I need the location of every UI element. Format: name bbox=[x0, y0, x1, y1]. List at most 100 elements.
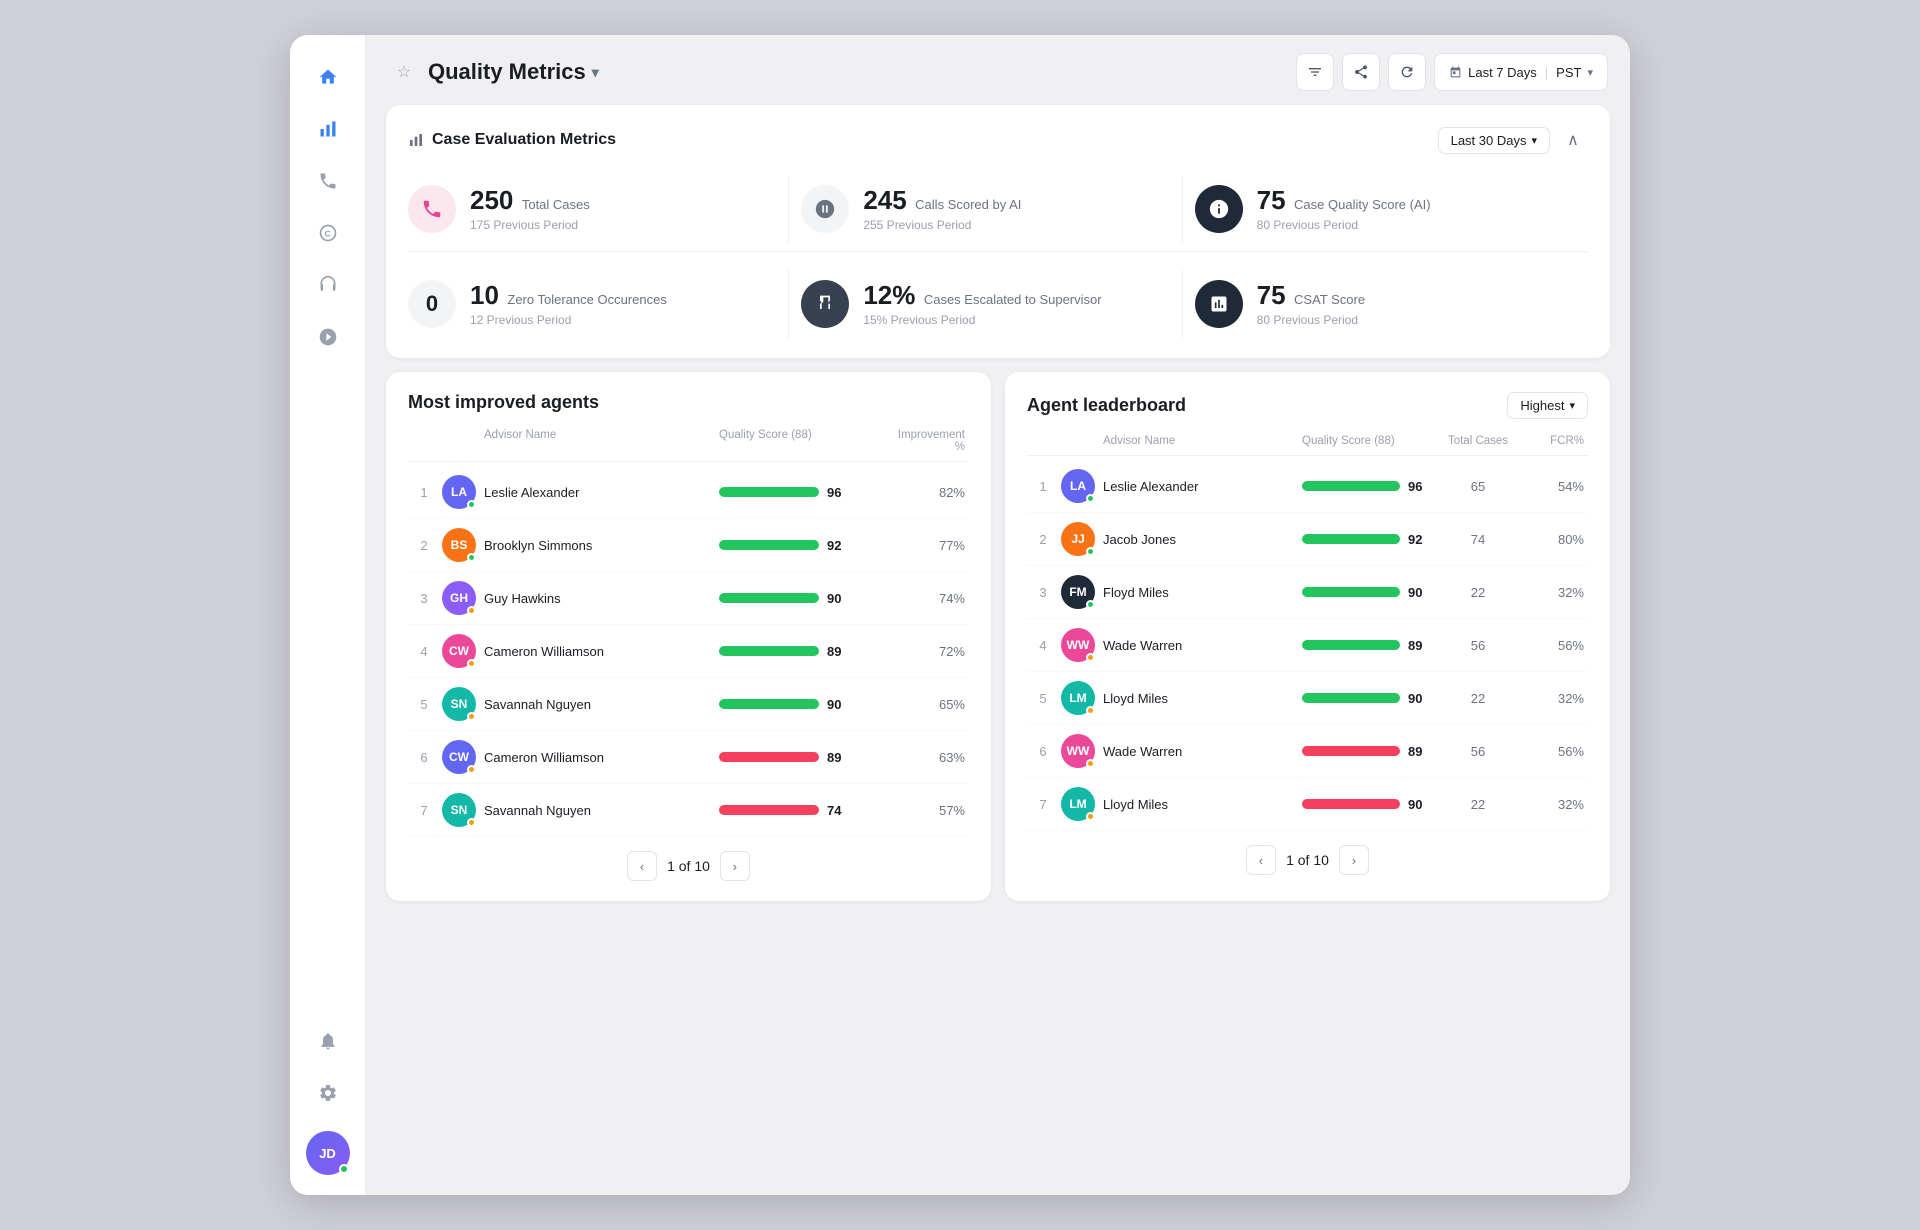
leaderboard-next-button[interactable]: › bbox=[1339, 845, 1369, 875]
agent-status-dot bbox=[467, 606, 476, 615]
agent-avatar-cell: CW bbox=[442, 634, 476, 668]
quality-bar bbox=[719, 646, 819, 656]
quality-score-value: 92 bbox=[1408, 532, 1432, 547]
agent-avatar-cell: FM bbox=[1061, 575, 1095, 609]
quality-bar bbox=[719, 487, 819, 497]
improvement-pct: 77% bbox=[885, 538, 965, 553]
quality-bar bbox=[719, 752, 819, 762]
quality-bar-cell: 96 bbox=[719, 485, 879, 500]
leaderboard-table-header: Advisor Name Quality Score (88) Total Ca… bbox=[1027, 435, 1588, 456]
agent-name: Savannah Nguyen bbox=[484, 697, 713, 712]
agent-avatar-cell: LA bbox=[1061, 469, 1095, 503]
favorite-button[interactable]: ☆ bbox=[388, 56, 420, 88]
quality-bar bbox=[1302, 481, 1400, 491]
improvement-pct: 74% bbox=[885, 591, 965, 606]
row-rank: 3 bbox=[412, 591, 436, 606]
total-cases-icon bbox=[408, 185, 456, 233]
leaderboard-prev-button[interactable]: ‹ bbox=[1246, 845, 1276, 875]
agent-avatar-cell: WW bbox=[1061, 734, 1095, 768]
total-cases-value: 22 bbox=[1438, 691, 1518, 706]
period-selector-button[interactable]: Last 30 Days ▾ bbox=[1438, 127, 1550, 154]
sidebar-item-calls[interactable] bbox=[306, 159, 350, 203]
improved-agent-row: 7 SN Savannah Nguyen 74 57% bbox=[408, 784, 969, 837]
col-quality-score: Quality Score (88) bbox=[1302, 435, 1432, 447]
metrics-card-header: Case Evaluation Metrics Last 30 Days ▾ ∧ bbox=[408, 125, 1588, 155]
quality-bar-cell: 96 bbox=[1302, 479, 1432, 494]
online-status-dot bbox=[339, 1164, 349, 1174]
col-rank bbox=[412, 429, 436, 453]
page-title-button[interactable]: Quality Metrics ▾ bbox=[428, 59, 599, 85]
metric-zero-tolerance: 0 10 Zero Tolerance Occurences 12 Previo… bbox=[408, 270, 789, 338]
total-cases-value: 56 bbox=[1438, 744, 1518, 759]
improved-next-button[interactable]: › bbox=[720, 851, 750, 881]
leaderboard-agent-row: 6 WW Wade Warren 89 56 56% bbox=[1027, 725, 1588, 778]
quality-bar-cell: 90 bbox=[1302, 797, 1432, 812]
metrics-bottom-row: 0 10 Zero Tolerance Occurences 12 Previo… bbox=[408, 251, 1588, 338]
calls-scored-icon bbox=[801, 185, 849, 233]
improved-page-info: 1 of 10 bbox=[667, 858, 710, 874]
collapse-button[interactable]: ∧ bbox=[1558, 125, 1588, 155]
metrics-title-row: Case Evaluation Metrics bbox=[408, 131, 616, 149]
agent-name: Cameron Williamson bbox=[484, 644, 713, 659]
date-range-button[interactable]: Last 7 Days | PST ▾ bbox=[1434, 53, 1608, 91]
quality-bar bbox=[1302, 693, 1400, 703]
col-avatar bbox=[1061, 435, 1097, 447]
row-rank: 5 bbox=[1031, 691, 1055, 706]
agent-status-dot bbox=[467, 765, 476, 774]
sidebar-item-activity[interactable] bbox=[306, 315, 350, 359]
date-range-label: Last 7 Days bbox=[1468, 65, 1537, 80]
main-content: ☆ Quality Metrics ▾ Last 7 Days bbox=[366, 35, 1630, 1195]
metric-total-cases: 250 Total Cases 175 Previous Period bbox=[408, 175, 789, 243]
leaderboard-header: Agent leaderboard Highest ▾ bbox=[1027, 392, 1588, 419]
sidebar-item-bell[interactable] bbox=[306, 1019, 350, 1063]
quality-score-value: 96 bbox=[827, 485, 851, 500]
agent-status-dot bbox=[1086, 547, 1095, 556]
agent-avatar-cell: LM bbox=[1061, 681, 1095, 715]
agent-status-dot bbox=[467, 712, 476, 721]
agent-name: Savannah Nguyen bbox=[484, 803, 713, 818]
avatar[interactable]: JD bbox=[306, 1131, 350, 1175]
sidebar-item-headset[interactable] bbox=[306, 263, 350, 307]
header-left: ☆ Quality Metrics ▾ bbox=[388, 56, 599, 88]
share-button[interactable] bbox=[1342, 53, 1380, 91]
sidebar-item-settings[interactable] bbox=[306, 1071, 350, 1115]
fcr-value: 32% bbox=[1524, 585, 1584, 600]
sidebar-item-home[interactable] bbox=[306, 55, 350, 99]
date-range-chevron-icon: ▾ bbox=[1587, 66, 1593, 79]
col-advisor-name: Advisor Name bbox=[1103, 435, 1296, 447]
col-avatar bbox=[442, 429, 478, 453]
fcr-value: 56% bbox=[1524, 744, 1584, 759]
quality-bar bbox=[1302, 534, 1400, 544]
improved-prev-button[interactable]: ‹ bbox=[627, 851, 657, 881]
row-rank: 4 bbox=[412, 644, 436, 659]
quality-bar-cell: 92 bbox=[1302, 532, 1432, 547]
agent-status-dot bbox=[1086, 706, 1095, 715]
quality-score-label: Case Quality Score (AI) bbox=[1294, 197, 1431, 212]
row-rank: 7 bbox=[1031, 797, 1055, 812]
agent-name: Brooklyn Simmons bbox=[484, 538, 713, 553]
leaderboard-agent-row: 3 FM Floyd Miles 90 22 32% bbox=[1027, 566, 1588, 619]
row-rank: 3 bbox=[1031, 585, 1055, 600]
svg-text:C: C bbox=[324, 228, 330, 238]
agent-status-dot bbox=[467, 500, 476, 509]
improved-agents-table-header: Advisor Name Quality Score (88) Improvem… bbox=[408, 429, 969, 462]
refresh-button[interactable] bbox=[1388, 53, 1426, 91]
fcr-value: 32% bbox=[1524, 691, 1584, 706]
leaderboard-filter-button[interactable]: Highest ▾ bbox=[1507, 392, 1588, 419]
col-improvement: Improvement % bbox=[885, 429, 965, 453]
agent-name: Leslie Alexander bbox=[484, 485, 713, 500]
agent-name: Wade Warren bbox=[1103, 638, 1296, 653]
sidebar-item-c[interactable]: C bbox=[306, 211, 350, 255]
bar-chart-icon bbox=[408, 132, 424, 148]
agent-status-dot bbox=[467, 818, 476, 827]
agent-avatar-cell: LA bbox=[442, 475, 476, 509]
improved-agents-pagination: ‹ 1 of 10 › bbox=[408, 851, 969, 881]
sidebar-item-analytics[interactable] bbox=[306, 107, 350, 151]
period-label: Last 30 Days bbox=[1451, 133, 1527, 148]
filter-button[interactable] bbox=[1296, 53, 1334, 91]
improved-agent-row: 2 BS Brooklyn Simmons 92 77% bbox=[408, 519, 969, 572]
quality-score-value: 90 bbox=[827, 591, 851, 606]
agent-status-dot bbox=[1086, 812, 1095, 821]
quality-bar bbox=[1302, 640, 1400, 650]
leaderboard-agent-row: 1 LA Leslie Alexander 96 65 54% bbox=[1027, 460, 1588, 513]
